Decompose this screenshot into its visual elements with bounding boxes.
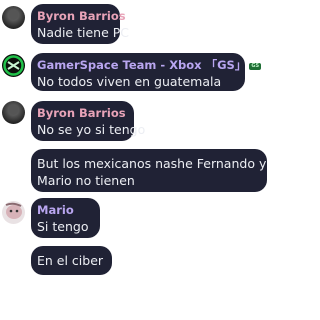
avatar-byron[interactable] <box>2 101 25 124</box>
sender-name[interactable]: GamerSpace Team - Xbox 「GS」 <box>37 58 246 72</box>
avatar-gamerspace[interactable] <box>2 54 25 77</box>
message-bubble[interactable]: En el ciber <box>31 246 112 275</box>
message-bubble[interactable]: GamerSpace Team - Xbox 「GS」 GS No todos v… <box>31 53 262 91</box>
message-text-line: Mario no tienen <box>37 173 135 188</box>
message-bubble[interactable]: Byron Barrios Nadie tiene PC <box>31 4 129 44</box>
message-text-line: But los mexicanos nashe Fernando y <box>37 156 267 171</box>
message-bubble[interactable]: Byron Barrios No se yo si tengo <box>31 101 146 141</box>
message-bubble[interactable]: But los mexicanos nashe Fernando y Mario… <box>31 149 267 192</box>
sender-name[interactable]: Mario <box>37 203 90 218</box>
message-text: Nadie tiene PC <box>37 25 129 40</box>
message-text: No todos viven en guatemala <box>37 74 222 89</box>
avatar-mario[interactable] <box>2 201 25 224</box>
sender-name[interactable]: Byron Barrios <box>37 9 126 24</box>
message-text: En el ciber <box>37 253 104 268</box>
avatar-byron[interactable] <box>2 6 25 29</box>
message-bubble[interactable]: Mario Si tengo <box>31 198 100 238</box>
message-text: Si tengo <box>37 219 89 234</box>
role-badge: GS <box>249 63 262 70</box>
message-text: No se yo si tengo <box>37 122 146 137</box>
sender-name[interactable]: Byron Barrios <box>37 106 126 121</box>
